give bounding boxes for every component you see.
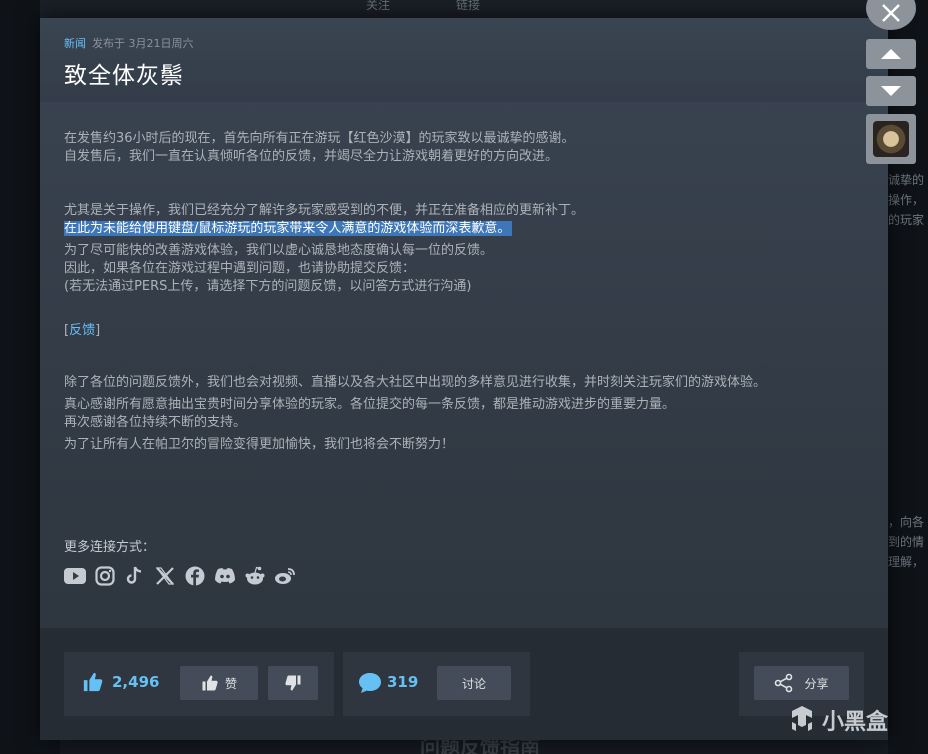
discuss-button[interactable]: 讨论 bbox=[437, 666, 511, 700]
like-button-label: 赞 bbox=[224, 676, 237, 691]
youtube-icon[interactable] bbox=[64, 565, 86, 587]
facebook-icon[interactable] bbox=[184, 565, 206, 587]
body-line: (若无法通过PERS上传，请选择下方的问题反馈，以问答方式进行沟通) bbox=[64, 279, 472, 294]
close-icon bbox=[882, 4, 900, 22]
comment-icon bbox=[358, 672, 382, 698]
body-line: 在发售约36小时后的现在，首先向所有正在游玩【红色沙漠】的玩家致以最诚挚的感谢。 bbox=[64, 131, 575, 146]
publish-date: 发布于 3月21日周六 bbox=[92, 37, 194, 50]
instagram-icon[interactable] bbox=[94, 565, 116, 587]
background-right-text-lower: ，向各 到的情 理解， bbox=[888, 515, 925, 569]
page-title: 致全体灰鬃 bbox=[64, 63, 184, 89]
news-modal: 新闻 发布于 3月21日周六 致全体灰鬃 在发售约36小时后的现在，首先向所有正在… bbox=[40, 18, 888, 740]
background-tab-link: 链接 bbox=[456, 0, 481, 12]
discord-icon[interactable] bbox=[214, 565, 236, 587]
like-count: 2,496 bbox=[112, 673, 160, 691]
body-line: 再次感谢各位持续不断的支持。 bbox=[64, 415, 247, 430]
comment-count: 319 bbox=[387, 673, 419, 691]
tiktok-icon[interactable] bbox=[124, 565, 146, 587]
feedback-link[interactable]: 反馈 bbox=[69, 323, 95, 338]
arrow-up-icon bbox=[881, 49, 901, 59]
body-line: 尤其是关于操作，我们已经充分了解许多玩家感受到的不便，并正在准备相应的更新补丁。 bbox=[64, 203, 585, 218]
post-body: 在发售约36小时后的现在，首先向所有正在游玩【红色沙漠】的玩家致以最诚挚的感谢。… bbox=[64, 130, 854, 454]
feedback-line: [反馈] bbox=[64, 323, 101, 338]
weibo-icon[interactable] bbox=[274, 565, 296, 587]
body-line: 为了让所有人在帕卫尔的冒险变得更加愉快，我们也将会不断努力！ bbox=[64, 437, 455, 452]
share-button[interactable]: 分享 bbox=[754, 666, 849, 700]
social-links bbox=[64, 565, 296, 587]
body-line: 因此，如果各位在游戏过程中遇到问题，也请协助提交反馈： bbox=[64, 261, 416, 276]
body-line: 除了各位的问题反馈外，我们也会对视频、直播以及各大社区中出现的多样意见进行收集，… bbox=[64, 375, 767, 390]
discuss-button-label: 讨论 bbox=[461, 676, 486, 691]
game-icon-button[interactable] bbox=[866, 114, 916, 164]
thumbs-down-icon bbox=[285, 675, 301, 691]
next-button[interactable] bbox=[866, 76, 916, 106]
post-meta: 新闻 发布于 3月21日周六 bbox=[64, 35, 194, 51]
share-icon bbox=[775, 673, 793, 693]
watermark: 小黑盒 bbox=[788, 704, 888, 736]
dislike-button[interactable] bbox=[268, 666, 318, 700]
news-tag[interactable]: 新闻 bbox=[64, 37, 86, 50]
selected-text[interactable]: 在此为未能给使用键盘/鼠标游玩的玩家带来令人满意的游戏体验而深表歉意。 bbox=[64, 221, 513, 236]
comment-group: 319 讨论 bbox=[343, 652, 530, 716]
thumbs-up-icon bbox=[202, 675, 218, 691]
body-line: 自发售后，我们一直在认真倾听各位的反馈，并竭尽全力让游戏朝着更好的方向改进。 bbox=[64, 149, 559, 164]
thumbs-up-icon bbox=[82, 671, 104, 697]
modal-header: 新闻 发布于 3月21日周六 致全体灰鬃 bbox=[40, 18, 888, 102]
share-button-label: 分享 bbox=[804, 676, 829, 691]
rating-group: 2,496 赞 bbox=[64, 652, 334, 716]
like-button[interactable]: 赞 bbox=[180, 666, 258, 700]
previous-button[interactable] bbox=[866, 39, 916, 69]
modal-footer: 2,496 赞 319 讨论 分享 bbox=[40, 628, 888, 740]
background-right-text: 诚挚的 操作， 的玩家 bbox=[888, 173, 925, 227]
arrow-down-icon bbox=[881, 86, 901, 96]
reddit-icon[interactable] bbox=[244, 565, 266, 587]
background-bottom-title: 问题反馈指南 bbox=[420, 740, 540, 754]
x-icon[interactable] bbox=[154, 565, 176, 587]
game-emblem-icon bbox=[873, 121, 909, 157]
body-line: 为了尽可能快的改善游戏体验，我们以虚心诚恳地态度确认每一位的反馈。 bbox=[64, 243, 494, 258]
body-line: 真心感谢所有愿意抽出宝贵时间分享体验的玩家。各位提交的每一条反馈，都是推动游戏进… bbox=[64, 397, 676, 412]
heybox-logo-icon bbox=[792, 706, 812, 731]
watermark-text: 小黑盒 bbox=[822, 710, 889, 735]
more-links-label: 更多连接方式： bbox=[64, 540, 156, 555]
background-tab-follow: 关注 bbox=[366, 0, 391, 12]
